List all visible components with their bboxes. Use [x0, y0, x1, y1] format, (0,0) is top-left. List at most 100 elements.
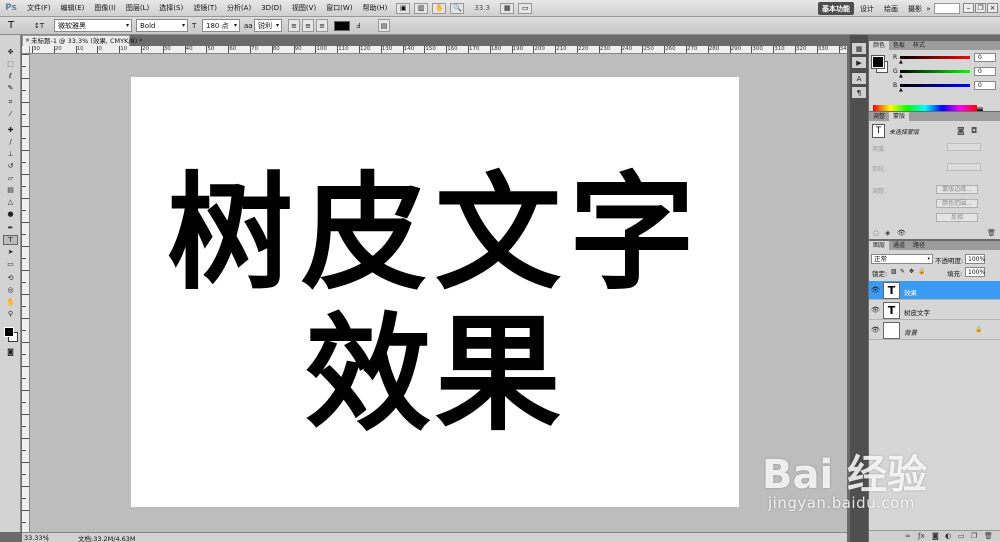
close-tab-icon[interactable]: × — [25, 36, 30, 46]
ruler-origin[interactable] — [22, 46, 30, 54]
green-slider[interactable] — [900, 70, 970, 73]
trash-icon[interactable]: 🗑 — [984, 532, 993, 540]
adjustment-layer-icon[interactable]: ◐ — [945, 532, 951, 540]
quick-select-tool-icon[interactable]: ✎ — [3, 83, 18, 93]
tab-styles[interactable]: 样式 — [909, 41, 929, 50]
menu-analysis[interactable]: 分析(A) — [222, 3, 256, 13]
gradient-tool-icon[interactable]: ▤ — [3, 185, 18, 195]
3d-rotate-tool-icon[interactable]: ⟲ — [3, 273, 18, 283]
tab-adjustments[interactable]: 调整 — [869, 112, 889, 121]
restore-icon[interactable]: ❐ — [975, 3, 986, 13]
healing-brush-tool-icon[interactable]: ✚ — [3, 125, 18, 135]
character-panel-icon[interactable]: A — [852, 73, 866, 84]
blue-slider[interactable] — [900, 84, 970, 87]
screen-mode-icon[interactable]: ▭ — [518, 2, 533, 14]
marquee-tool-icon[interactable]: ⬚ — [3, 59, 18, 69]
crop-tool-icon[interactable]: ⌗ — [3, 97, 18, 107]
zoom-level[interactable]: 33.3 — [474, 4, 496, 12]
tab-channels[interactable]: 通道 — [889, 241, 909, 250]
font-family-select[interactable]: 微软雅黑 ▾ — [54, 19, 132, 32]
pixel-mask-icon[interactable]: ◙ — [957, 126, 965, 135]
apply-mask-icon[interactable]: ◈ — [885, 229, 890, 237]
lock-transparent-icon[interactable]: ▨ — [891, 268, 897, 275]
align-right-icon[interactable]: ≡ — [316, 19, 328, 32]
color-spectrum-ramp[interactable] — [873, 105, 977, 111]
menu-edit[interactable]: 编辑(E) — [56, 3, 90, 13]
tab-swatches[interactable]: 色板 — [889, 41, 909, 50]
font-size-select[interactable]: 180 点 ▾ — [202, 19, 240, 32]
hand-tool-icon[interactable]: ✋ — [3, 297, 18, 307]
quick-mask-icon[interactable]: ◙ — [3, 347, 18, 357]
tab-paths[interactable]: 路径 — [909, 241, 929, 250]
layer-row-effect[interactable]: 👁 T 效果 — [869, 281, 1000, 300]
paragraph-panel-icon[interactable]: ¶ — [852, 87, 866, 98]
blend-mode-select[interactable]: 正常 ▾ — [871, 254, 933, 264]
shape-tool-icon[interactable]: ▭ — [3, 259, 18, 269]
clone-stamp-tool-icon[interactable]: ⊥ — [3, 149, 18, 159]
text-orientation-icon[interactable]: ↕T — [34, 19, 50, 32]
menu-window[interactable]: 窗口(W) — [321, 3, 357, 13]
document-canvas[interactable]: 树皮文字 效果 — [131, 77, 739, 507]
blue-slider-thumb[interactable]: ▲ — [899, 87, 903, 93]
minimize-icon[interactable]: – — [963, 3, 974, 13]
blur-tool-icon[interactable]: △ — [3, 197, 18, 207]
lock-position-icon[interactable]: ✥ — [909, 268, 914, 275]
brush-tool-icon[interactable]: ∕ — [3, 137, 18, 147]
foreground-color-swatch[interactable] — [4, 327, 14, 337]
align-left-icon[interactable]: ≡ — [288, 19, 300, 32]
eye-icon[interactable]: 👁 — [871, 286, 880, 294]
cs-live-search[interactable] — [934, 3, 960, 14]
menu-filter[interactable]: 滤镜(T) — [188, 3, 222, 13]
horizontal-ruler[interactable]: 30 20 10 0 10 20 30 40 50 60 70 80 90 100 110 120 130 140… — [30, 46, 847, 54]
red-slider-thumb[interactable]: ▲ — [899, 59, 903, 65]
character-panel-icon[interactable]: ▤ — [378, 19, 390, 32]
menu-file[interactable]: 文件(F) — [22, 3, 56, 13]
menu-3d[interactable]: 3D(D) — [256, 4, 287, 12]
opacity-input[interactable]: 100% — [965, 254, 985, 264]
green-slider-thumb[interactable]: ▲ — [899, 73, 903, 79]
antialias-select[interactable]: 锐利 ▾ — [254, 19, 282, 32]
fill-input[interactable]: 100% — [965, 267, 985, 277]
menu-view[interactable]: 视图(V) — [287, 3, 321, 13]
eye-icon[interactable]: 👁 — [871, 306, 880, 314]
status-zoom[interactable]: 33.33% — [22, 533, 49, 542]
color-range-button[interactable]: 颜色范围... — [936, 199, 978, 208]
load-selection-icon[interactable]: ◌ — [873, 229, 879, 237]
layer-row-bark-text[interactable]: 👁 T 树皮文字 — [869, 301, 1000, 320]
close-icon[interactable]: × — [987, 3, 998, 13]
align-center-icon[interactable]: ≡ — [302, 19, 314, 32]
layer-row-background[interactable]: 👁 背景 🔒 — [869, 321, 1000, 340]
vertical-ruler[interactable] — [22, 54, 30, 532]
3d-orbit-tool-icon[interactable]: ◎ — [3, 285, 18, 295]
lasso-tool-icon[interactable]: ℓ — [3, 71, 18, 81]
mask-edge-button[interactable]: 蒙版边缘... — [936, 185, 978, 194]
red-value-input[interactable]: 0 — [974, 53, 996, 62]
link-layers-icon[interactable]: ∞ — [905, 532, 911, 540]
move-tool-icon[interactable]: ✥ — [3, 47, 18, 57]
black-white-ramp[interactable] — [977, 105, 983, 111]
tab-masks[interactable]: 蒙版 — [889, 112, 910, 121]
launch-bridge-icon[interactable]: ▣ — [396, 2, 411, 14]
workspace-painting[interactable]: 绘画 — [882, 2, 900, 15]
launch-mini-bridge-icon[interactable]: ▥ — [414, 2, 429, 14]
invert-button[interactable]: 反相 — [936, 213, 978, 222]
foreground-color-chip[interactable] — [871, 55, 885, 69]
trash-icon[interactable]: 🗑 — [987, 229, 996, 237]
path-selection-tool-icon[interactable]: ➤ — [3, 247, 18, 257]
workspace-photography[interactable]: 摄影 — [906, 2, 924, 15]
pen-tool-icon[interactable]: ✒ — [3, 223, 18, 233]
hand-tool-icon[interactable]: ✋ — [432, 2, 447, 14]
document-tab[interactable]: × 未标题-1 @ 33.3% (效果, CMYK/8) * — [22, 35, 143, 46]
vector-mask-icon[interactable]: ◘ — [971, 126, 977, 135]
text-tool-preset-icon[interactable]: T — [8, 19, 28, 32]
eraser-tool-icon[interactable]: ▱ — [3, 173, 18, 183]
new-group-icon[interactable]: ▭ — [958, 532, 965, 540]
eye-icon[interactable]: 👁 — [871, 326, 880, 334]
menu-help[interactable]: 帮助(H) — [358, 3, 393, 13]
lock-all-icon[interactable]: 🔒 — [918, 268, 925, 275]
layer-style-icon[interactable]: ƒx — [918, 532, 925, 540]
new-layer-icon[interactable]: ❐ — [971, 532, 977, 540]
history-panel-icon[interactable]: ▦ — [852, 43, 866, 54]
status-document-size[interactable]: 文档:33.2M/4.63M — [48, 533, 136, 542]
dodge-tool-icon[interactable]: ● — [3, 209, 18, 219]
